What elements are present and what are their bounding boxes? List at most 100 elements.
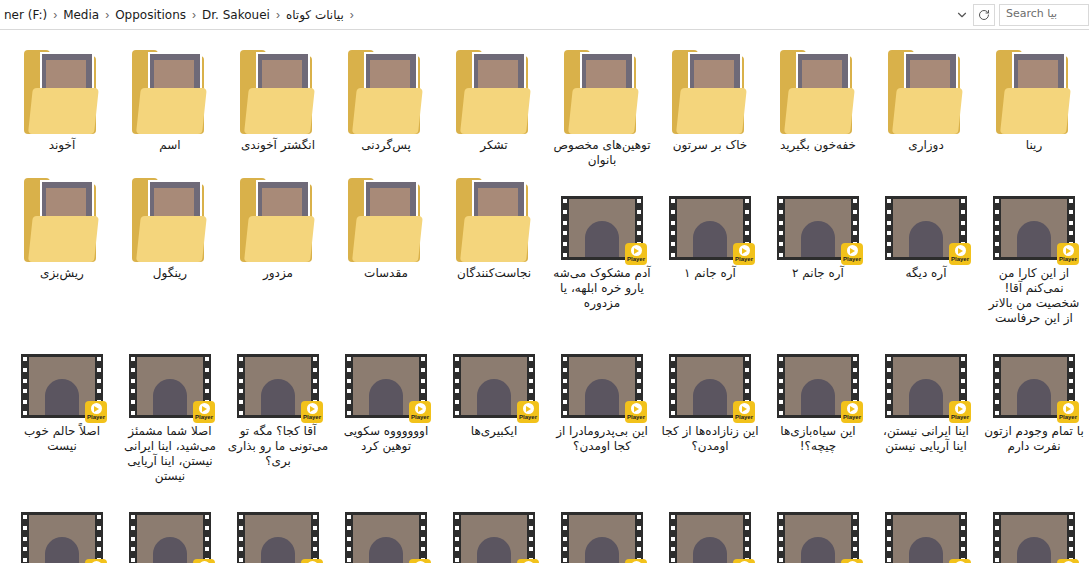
item-label: نجاست‌کنندگان [443, 266, 545, 281]
folder-icon [888, 50, 964, 134]
folder-item[interactable]: مقدسات [332, 172, 440, 326]
item-label: انگشتر آخوندی [227, 138, 329, 153]
video-item[interactable]: Player [872, 488, 980, 563]
folder-icon [564, 50, 640, 134]
item-label: این زنازاده‌ها از کجا اومدن؟ [659, 424, 761, 454]
breadcrumb-separator[interactable]: › [53, 6, 57, 24]
breadcrumb-separator[interactable]: › [350, 6, 354, 24]
folder-item[interactable]: خاک بر سرتون [656, 44, 764, 168]
video-thumbnail-icon: Player [885, 196, 967, 260]
video-item[interactable]: Playerآره دیگه [872, 172, 980, 326]
video-thumbnail-icon: Player [345, 512, 427, 563]
video-item[interactable]: Playerاصلا شما مشمئز می‌شید، اینا ایرانی… [116, 330, 224, 484]
folder-icon [240, 178, 316, 262]
refresh-button[interactable] [973, 4, 995, 26]
folder-item[interactable]: انگشتر آخوندی [224, 44, 332, 168]
breadcrumb-item[interactable]: Media [63, 6, 99, 24]
file-grid: آخونداسمانگشتر آخوندیپس‌گردنیتشکرتوهین‌ه… [0, 30, 1089, 563]
video-item[interactable]: Playerاین سیاه‌بازی‌ها چیچه؟! [764, 330, 872, 484]
folder-icon [24, 50, 100, 134]
folder-icon [348, 50, 424, 134]
search-box[interactable]: Search بیا [999, 4, 1089, 26]
item-label: با تمام وجودم ازتون نفرت دارم [983, 424, 1085, 454]
player-badge: Player [409, 559, 431, 563]
folder-item[interactable]: پس‌گردنی [332, 44, 440, 168]
item-label: این بی‌پدرومادرا از کجا اومدن؟ [551, 424, 653, 454]
player-badge: Player [193, 559, 215, 563]
player-badge: Player [1057, 559, 1079, 563]
folder-icon [348, 178, 424, 262]
breadcrumb-item[interactable]: بیانات کوتاه [286, 6, 344, 24]
player-badge: Player [517, 559, 539, 563]
player-badge: Player [301, 559, 323, 563]
item-label: رینا [983, 138, 1085, 153]
item-label: اصلاً حالم خوب نیست [11, 424, 113, 454]
folder-icon [780, 50, 856, 134]
folder-item[interactable]: رینگول [116, 172, 224, 326]
folder-icon [996, 50, 1072, 134]
breadcrumb-separator[interactable]: › [105, 6, 109, 24]
video-item[interactable]: Playerآره جانم ۲ [764, 172, 872, 326]
folder-icon [24, 178, 100, 262]
video-item[interactable]: Playerآقا کجا؟ مگه تو می‌تونی ما رو بذار… [224, 330, 332, 484]
folder-item[interactable]: مزدور [224, 172, 332, 326]
video-item[interactable]: Player [8, 488, 116, 563]
item-label: خفه‌خون بگیرید [767, 138, 869, 153]
item-label: ایکبیری‌ها [443, 424, 545, 439]
player-badge: Player [949, 401, 971, 423]
video-item[interactable]: Playerآره جانم ۱ [656, 172, 764, 326]
video-item[interactable]: Player ایکبیری‌ها [440, 330, 548, 484]
folder-icon [132, 50, 208, 134]
folder-icon [456, 50, 532, 134]
video-thumbnail-icon: Player [453, 354, 535, 418]
video-thumbnail-icon: Player [129, 512, 211, 563]
video-item[interactable]: Player [116, 488, 224, 563]
dropdown-icon[interactable] [955, 8, 969, 22]
video-item[interactable]: Playerاینا ایرانی نیستن، اینا آریایی نیس… [872, 330, 980, 484]
breadcrumb[interactable]: ner (F:) › Media › Oppositions › Dr. Sakouei › ب… [0, 6, 955, 24]
folder-item[interactable]: دوزاری [872, 44, 980, 168]
breadcrumb-item[interactable]: ner (F:) [4, 6, 47, 24]
item-label: مزدور [227, 266, 329, 281]
video-thumbnail-icon: Player [561, 354, 643, 418]
video-thumbnail-icon: Player [885, 512, 967, 563]
video-thumbnail-icon: Player [561, 512, 643, 563]
player-badge: Player [1057, 401, 1079, 423]
item-label: آخوند [11, 138, 113, 153]
item-label: اصلا شما مشمئز می‌شید، اینا ایرانی نیستن… [119, 424, 221, 484]
video-item[interactable]: Player [548, 488, 656, 563]
breadcrumb-separator[interactable]: › [276, 6, 280, 24]
folder-item[interactable]: خفه‌خون بگیرید [764, 44, 872, 168]
player-badge: Player [625, 243, 647, 265]
player-badge: Player [625, 559, 647, 563]
video-item[interactable]: Player [980, 488, 1088, 563]
breadcrumb-item[interactable]: Oppositions [115, 6, 186, 24]
video-item[interactable]: Player [764, 488, 872, 563]
breadcrumb-separator[interactable]: › [192, 6, 196, 24]
video-item[interactable]: Player این بی‌پدرومادرا از کجا اومدن؟ [548, 330, 656, 484]
video-item[interactable]: Playerآدم مشکوک می‌شه یارو خره ابلهه، یا… [548, 172, 656, 326]
folder-item[interactable]: توهین‌های مخصوص بانوان [548, 44, 656, 168]
folder-item[interactable]: تشکر [440, 44, 548, 168]
video-item[interactable]: Playerبا تمام وجودم ازتون نفرت دارم [980, 330, 1088, 484]
video-item[interactable]: Player [656, 488, 764, 563]
video-item[interactable]: Playerاووووووه سکویی توهین کرد [332, 330, 440, 484]
video-item[interactable]: Player [224, 488, 332, 563]
item-label: مقدسات [335, 266, 437, 281]
video-thumbnail-icon: Player [777, 354, 859, 418]
folder-item[interactable]: آخوند [8, 44, 116, 168]
folder-item[interactable]: رینا [980, 44, 1088, 168]
folder-item[interactable]: نجاست‌کنندگان [440, 172, 548, 326]
folder-item[interactable]: ریش‌بزی [8, 172, 116, 326]
video-item[interactable]: Player اصلاً حالم خوب نیست [8, 330, 116, 484]
video-item[interactable]: Playerاز این کارا من نمی‌کنم آقا! شخصیت … [980, 172, 1088, 326]
video-item[interactable]: Player [332, 488, 440, 563]
player-badge: Player [841, 243, 863, 265]
video-thumbnail-icon: Player [21, 354, 103, 418]
player-badge: Player [841, 401, 863, 423]
address-bar: ner (F:) › Media › Oppositions › Dr. Sakouei › ب… [0, 0, 1089, 30]
breadcrumb-item[interactable]: Dr. Sakouei [202, 6, 270, 24]
video-item[interactable]: Playerاین زنازاده‌ها از کجا اومدن؟ [656, 330, 764, 484]
video-item[interactable]: Player [440, 488, 548, 563]
folder-item[interactable]: اسم [116, 44, 224, 168]
